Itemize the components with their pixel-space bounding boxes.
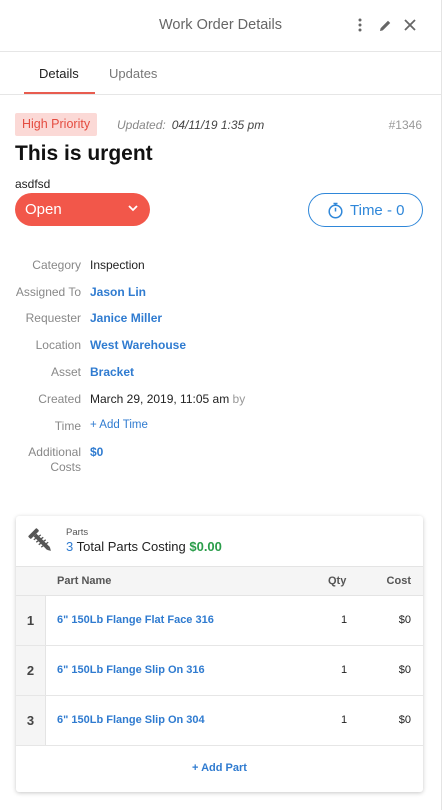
- part-qty: 1: [341, 614, 348, 626]
- field-created: Created March 29, 2019, 11:05 am by: [0, 392, 441, 412]
- field-label: Created: [38, 392, 81, 406]
- edit-button[interactable]: [374, 14, 396, 36]
- field-label: Time: [54, 419, 81, 433]
- updated-timestamp: Updated: 04/11/19 1:35 pm: [117, 118, 264, 132]
- part-qty: 1: [341, 664, 348, 676]
- part-name-link[interactable]: 6" 150Lb Flange Flat Face 316: [57, 614, 214, 626]
- row-index: 1: [16, 596, 46, 645]
- tab-bar: Details Updates: [0, 52, 441, 95]
- panel-header: Work Order Details: [0, 0, 441, 52]
- field-label: Requester: [25, 311, 81, 325]
- field-label: Asset: [50, 365, 81, 379]
- parts-summary: 3 Total Parts Costing $0.00: [66, 539, 222, 554]
- part-cost: $0: [398, 614, 411, 626]
- part-qty: 1: [341, 714, 348, 726]
- tab-updates[interactable]: Updates: [109, 66, 157, 81]
- location-link[interactable]: West Warehouse: [90, 338, 186, 352]
- more-options-button[interactable]: [349, 14, 371, 36]
- active-tab-indicator: [24, 92, 95, 94]
- parts-total: $0.00: [189, 539, 222, 554]
- chevron-down-icon: [128, 205, 138, 212]
- field-time: Time + Add Time: [0, 419, 441, 439]
- status-dropdown[interactable]: Open: [15, 193, 150, 226]
- updated-label: Updated:: [117, 118, 166, 132]
- work-order-title: This is urgent: [15, 142, 153, 165]
- time-tracker-button[interactable]: Time - 0: [308, 193, 423, 227]
- part-cost: $0: [398, 664, 411, 676]
- row-index: 2: [16, 646, 46, 695]
- field-asset: Asset Bracket: [0, 365, 441, 385]
- assignee-link[interactable]: Jason Lin: [90, 285, 146, 299]
- updated-value: 04/11/19 1:35 pm: [171, 118, 265, 132]
- more-vertical-icon: [358, 18, 362, 32]
- table-row: 3 6" 150Lb Flange Slip On 304 1 $0: [16, 696, 423, 746]
- field-label-line2: Costs: [50, 460, 81, 474]
- column-header-cost: Cost: [386, 575, 411, 587]
- field-requester: Requester Janice Miller: [0, 311, 441, 331]
- column-header-part-name: Part Name: [57, 575, 112, 587]
- time-label: Time - 0: [350, 202, 405, 219]
- row-index: 3: [16, 696, 46, 745]
- field-label: Category: [32, 258, 81, 272]
- field-label: Location: [35, 338, 81, 352]
- part-cost: $0: [398, 714, 411, 726]
- created-value: March 29, 2019, 11:05 am by: [90, 392, 245, 406]
- created-date: March 29, 2019, 11:05 am: [90, 392, 230, 406]
- field-label: Additional Costs: [28, 445, 81, 475]
- add-time-link[interactable]: + Add Time: [90, 419, 148, 431]
- table-row: 1 6" 150Lb Flange Flat Face 316 1 $0: [16, 596, 423, 646]
- column-header-qty: Qty: [328, 575, 347, 587]
- priority-badge: High Priority: [15, 113, 98, 136]
- work-order-description: asdfsd: [15, 177, 51, 191]
- category-value: Inspection: [90, 258, 145, 272]
- work-order-id: #1346: [388, 118, 422, 132]
- part-name-link[interactable]: 6" 150Lb Flange Slip On 304: [57, 714, 205, 726]
- field-assigned-to: Assigned To Jason Lin: [0, 285, 441, 305]
- parts-card: Parts 3 Total Parts Costing $0.00 Part N…: [16, 516, 423, 792]
- table-row: 2 6" 150Lb Flange Slip On 316 1 $0: [16, 646, 423, 696]
- stopwatch-icon: [328, 202, 343, 219]
- add-part-button[interactable]: + Add Part: [16, 762, 423, 774]
- parts-summary-text: Total Parts Costing: [76, 539, 186, 554]
- close-icon: [404, 19, 416, 31]
- work-order-details-panel: Work Order Details Details Updates High …: [0, 0, 442, 810]
- field-additional-costs: Additional Costs $0: [0, 445, 441, 474]
- part-name-link[interactable]: 6" 150Lb Flange Slip On 316: [57, 664, 205, 676]
- field-label-line1: Additional: [28, 445, 81, 459]
- screw-icon: [28, 528, 51, 551]
- field-label: Assigned To: [15, 285, 81, 299]
- created-by-label: by: [232, 392, 246, 406]
- parts-table-header: Part Name Qty Cost: [16, 566, 423, 596]
- parts-count: 3: [66, 539, 74, 554]
- parts-card-header: Parts 3 Total Parts Costing $0.00: [16, 516, 423, 566]
- pencil-icon: [379, 20, 390, 31]
- tab-details[interactable]: Details: [39, 66, 79, 81]
- close-button[interactable]: [399, 14, 421, 36]
- field-location: Location West Warehouse: [0, 338, 441, 358]
- field-category: Category Inspection: [0, 258, 441, 278]
- asset-link[interactable]: Bracket: [90, 365, 134, 379]
- parts-kicker: Parts: [66, 527, 89, 538]
- additional-costs-link[interactable]: $0: [90, 445, 103, 459]
- requester-link[interactable]: Janice Miller: [90, 311, 162, 325]
- status-label: Open: [25, 201, 62, 218]
